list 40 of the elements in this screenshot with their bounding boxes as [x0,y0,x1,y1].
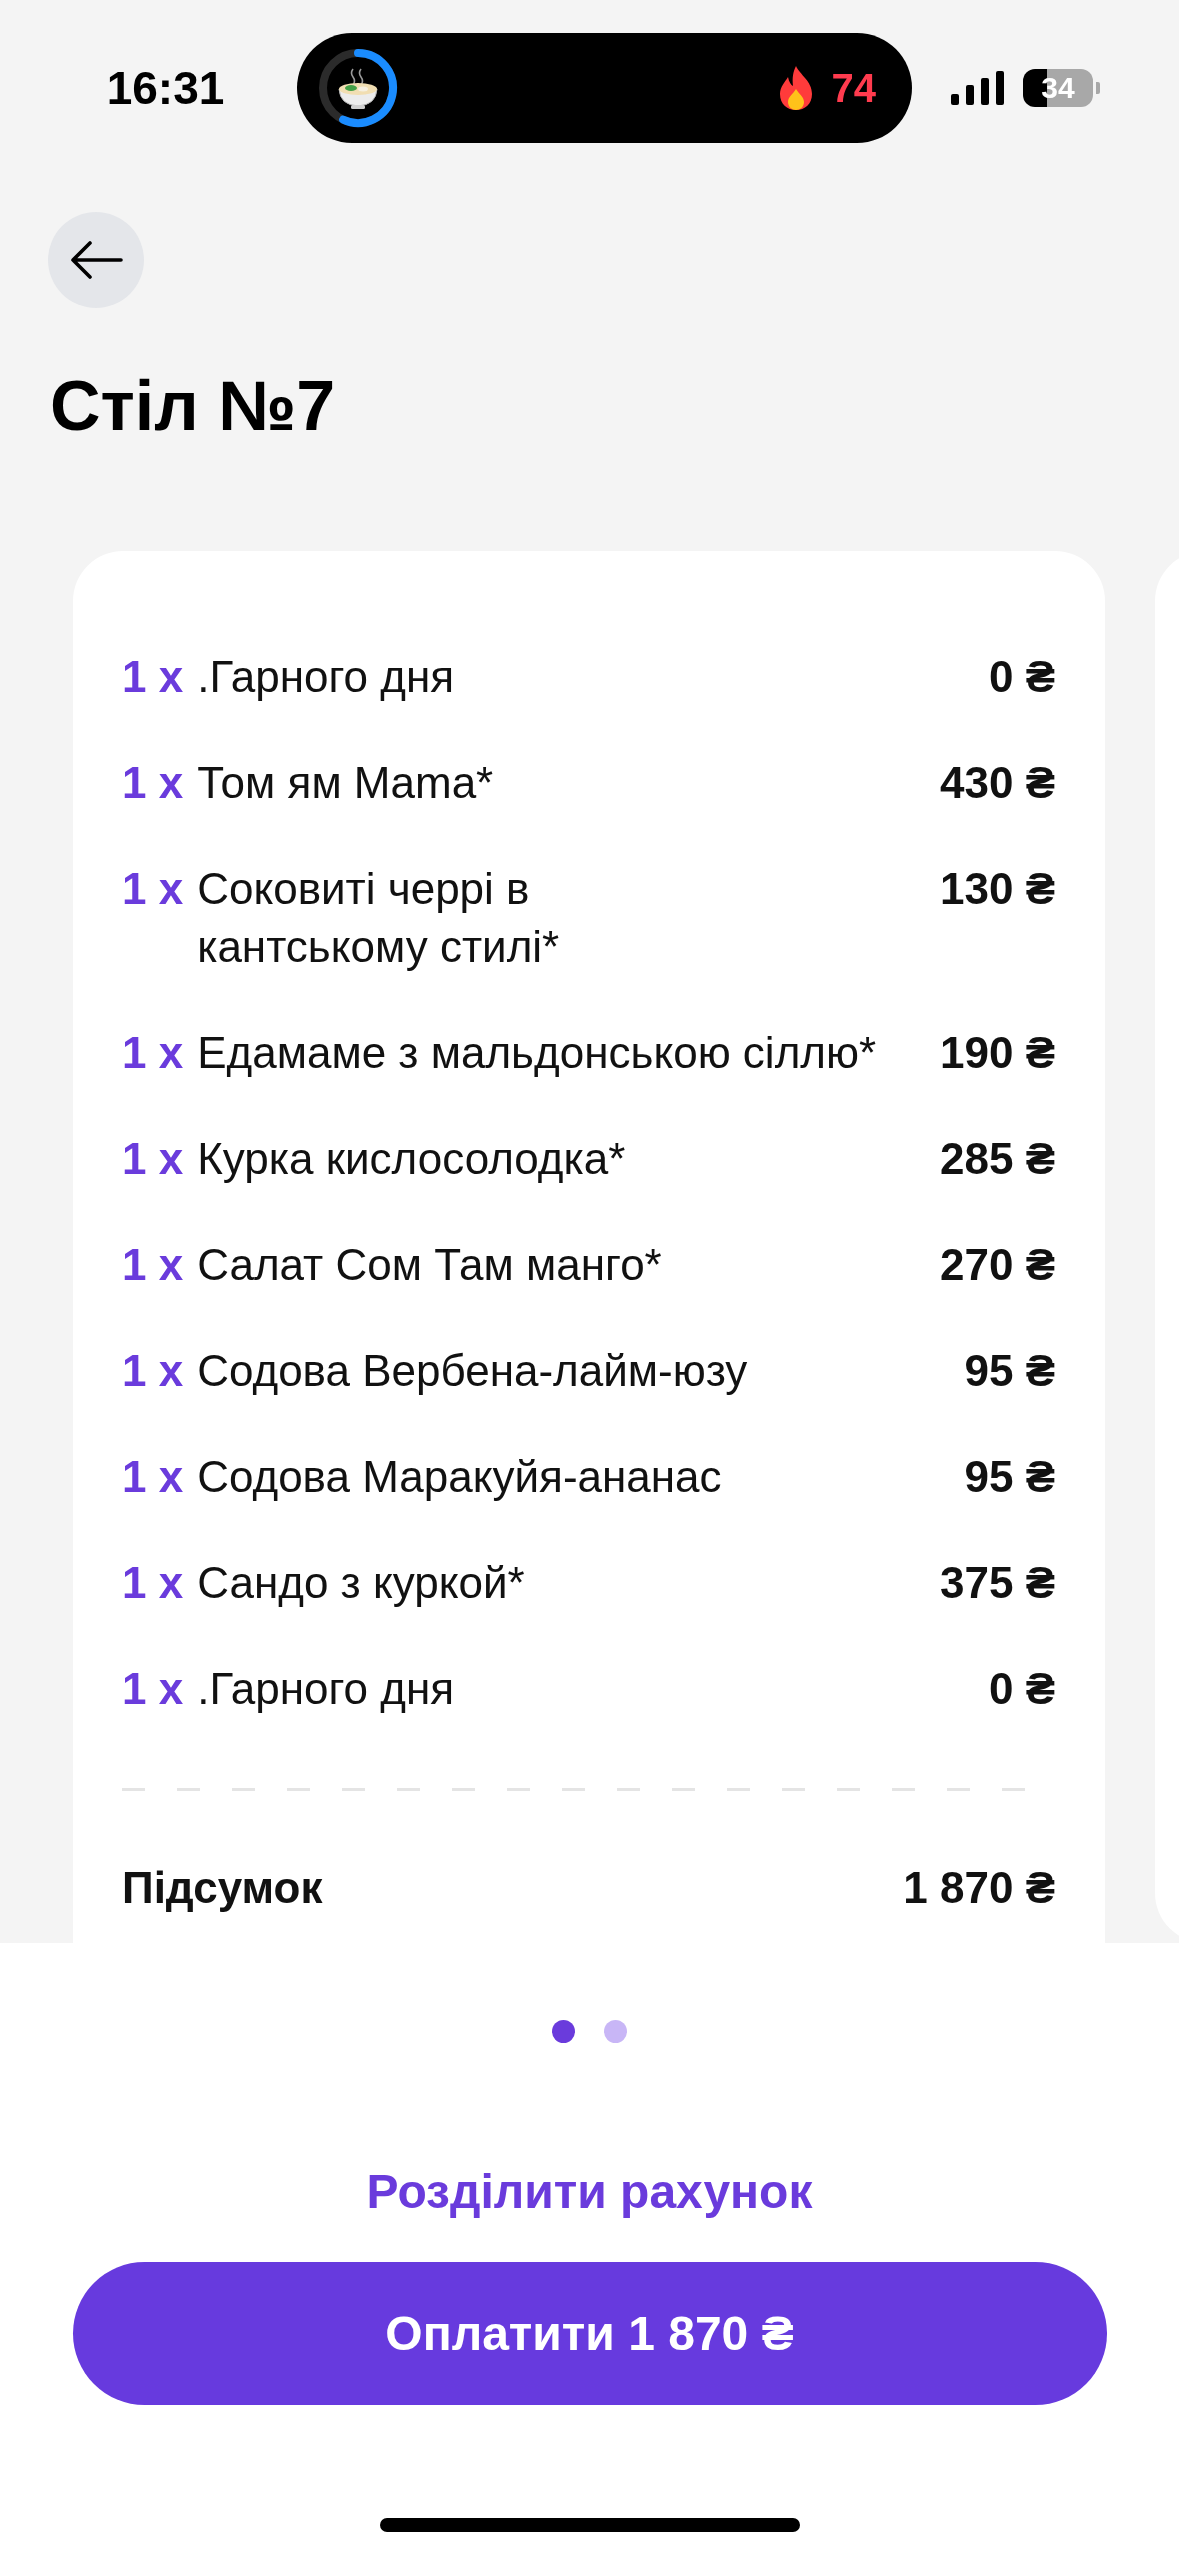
status-time: 16:31 [106,65,225,111]
item-quantity: 1 x [122,651,184,703]
item-quantity: 1 x [122,1239,184,1291]
item-price: 130 ₴ [940,863,1055,915]
item-quantity: 1 x [122,1451,184,1503]
item-quantity: 1 x [122,1133,184,1185]
item-quantity: 1 x [122,1345,184,1397]
item-price: 190 ₴ [940,1027,1055,1079]
item-name: Содова Маракуйя-ананас [197,1451,722,1503]
item-price: 430 ₴ [940,757,1055,809]
item-price: 0 ₴ [988,651,1055,703]
item-name: Соковиті черрі в кантському стилі* [197,863,560,973]
cellular-signal-icon [951,71,1004,105]
item-price: 95 ₴ [964,1451,1055,1503]
item-quantity: 1 x [122,1663,184,1715]
item-price: 270 ₴ [940,1239,1055,1291]
item-name: Едамаме з мальдонською сіллю* [197,1027,877,1079]
item-price: 285 ₴ [940,1133,1055,1185]
page-title: Стіл №7 [50,366,336,447]
item-name: Салат Сом Там манго* [197,1239,662,1291]
item-quantity: 1 x [122,757,184,809]
item-name: Курка кислосолодка* [197,1133,626,1185]
soup-bowl-icon [336,66,380,110]
subtotal-label: Підсумок [122,1862,323,1914]
item-name: Содова Вербена-лайм-юзу [197,1345,748,1397]
item-quantity: 1 x [122,1557,184,1609]
item-price: 375 ₴ [940,1557,1055,1609]
item-quantity: 1 x [122,863,184,915]
item-quantity: 1 x [122,1027,184,1079]
split-bill-link[interactable]: Розділити рахунок [366,2163,813,2221]
subtotal-value: 1 870 ₴ [903,1862,1055,1914]
item-price: 0 ₴ [988,1663,1055,1715]
item-name: Том ям Mama* [197,757,494,809]
back-arrow-icon [69,241,123,279]
pay-button[interactable]: Оплатити 1 870 ₴ [72,2262,1107,2405]
item-name: .Гарного дня [197,651,455,703]
item-name: Сандо з куркой* [197,1557,525,1609]
item-price: 95 ₴ [964,1345,1055,1397]
item-name: .Гарного дня [197,1663,455,1715]
streak-count: 74 [831,68,876,108]
